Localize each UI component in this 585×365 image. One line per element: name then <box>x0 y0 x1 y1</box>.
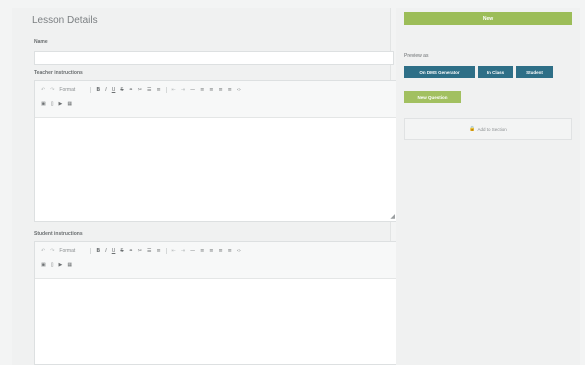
toolbar-divider <box>90 248 92 254</box>
toolbar-divider <box>165 248 167 254</box>
bullet-list-icon[interactable]: ☰ <box>147 248 151 254</box>
code-icon[interactable]: ‹› <box>237 87 241 93</box>
link-icon[interactable]: ⚭ <box>129 87 133 93</box>
strikethrough-button[interactable]: S <box>120 248 123 254</box>
align-right-icon[interactable]: ≡ <box>218 87 222 93</box>
underline-button[interactable]: U <box>112 248 116 254</box>
preview-in-class-button[interactable]: In Class <box>478 66 513 78</box>
student-instructions-editor[interactable]: ↶ ↷ Format B I U S ⚭ ✂ ☰ ≡ ⇤ ⇥ — ≡ ≡ ≡ ≡ <box>34 241 398 365</box>
link-icon[interactable]: ⚭ <box>129 248 133 254</box>
bold-button[interactable]: B <box>96 248 100 254</box>
new-button[interactable]: New <box>404 12 572 25</box>
lesson-details-panel: Lesson Details Name Teacher instructions… <box>12 8 398 365</box>
align-justify-icon[interactable]: ≡ <box>228 87 232 93</box>
table-icon[interactable]: ▦ <box>67 101 72 107</box>
sidebar-panel: New Preview as On DMS Generator In Class… <box>396 8 580 365</box>
add-to-section-button[interactable]: 🔒 Add to Section <box>404 118 572 140</box>
file-icon[interactable]: ▯ <box>51 262 54 268</box>
preview-dms-generator-button[interactable]: On DMS Generator <box>404 66 475 78</box>
code-icon[interactable]: ‹› <box>237 248 241 254</box>
redo-button[interactable]: ↷ <box>50 87 54 93</box>
align-left-icon[interactable]: ≡ <box>200 87 204 93</box>
align-right-icon[interactable]: ≡ <box>218 248 222 254</box>
horizontal-rule-icon[interactable]: — <box>190 87 195 93</box>
indent-icon[interactable]: ⇥ <box>181 248 185 254</box>
table-icon[interactable]: ▦ <box>67 262 72 268</box>
student-editor-toolbar: ↶ ↷ Format B I U S ⚭ ✂ ☰ ≡ ⇤ ⇥ — ≡ ≡ ≡ ≡ <box>35 242 397 279</box>
teacher-editor-toolbar: ↶ ↷ Format B I U S ⚭ ✂ ☰ ≡ ⇤ ⇥ — ≡ ≡ ≡ ≡ <box>35 81 397 118</box>
unlink-icon[interactable]: ✂ <box>138 87 142 93</box>
format-dropdown[interactable]: Format <box>59 248 85 254</box>
bullet-list-icon[interactable]: ☰ <box>147 87 151 93</box>
outdent-icon[interactable]: ⇤ <box>172 248 176 254</box>
align-center-icon[interactable]: ≡ <box>209 87 213 93</box>
panel-title: Lesson Details <box>32 15 98 26</box>
name-input[interactable] <box>34 51 394 65</box>
teacher-instructions-editor[interactable]: ↶ ↷ Format B I U S ⚭ ✂ ☰ ≡ ⇤ ⇥ — ≡ ≡ ≡ ≡ <box>34 80 398 222</box>
horizontal-rule-icon[interactable]: — <box>190 248 195 254</box>
format-dropdown[interactable]: Format <box>59 87 85 93</box>
video-icon[interactable]: ▶ <box>59 101 63 107</box>
name-label: Name <box>34 39 48 45</box>
bold-button[interactable]: B <box>96 87 100 93</box>
strikethrough-button[interactable]: S <box>120 87 123 93</box>
toolbar-divider <box>90 87 92 93</box>
toolbar-divider <box>165 87 167 93</box>
numbered-list-icon[interactable]: ≡ <box>156 87 160 93</box>
file-icon[interactable]: ▯ <box>51 101 54 107</box>
preview-as-label: Preview as <box>404 53 429 59</box>
video-icon[interactable]: ▶ <box>59 262 63 268</box>
align-left-icon[interactable]: ≡ <box>200 248 204 254</box>
teacher-instructions-label: Teacher instructions <box>34 70 83 76</box>
align-center-icon[interactable]: ≡ <box>209 248 213 254</box>
indent-icon[interactable]: ⇥ <box>181 87 185 93</box>
italic-button[interactable]: I <box>105 248 106 254</box>
numbered-list-icon[interactable]: ≡ <box>156 248 160 254</box>
preview-student-button[interactable]: Student <box>516 66 553 78</box>
outdent-icon[interactable]: ⇤ <box>172 87 176 93</box>
add-to-section-label: Add to Section <box>477 126 507 132</box>
image-icon[interactable]: ▣ <box>41 262 46 268</box>
align-justify-icon[interactable]: ≡ <box>228 248 232 254</box>
italic-button[interactable]: I <box>105 87 106 93</box>
new-question-button[interactable]: New Question <box>404 91 461 103</box>
underline-button[interactable]: U <box>112 87 116 93</box>
undo-button[interactable]: ↶ <box>41 248 45 254</box>
resize-handle-icon[interactable]: ◢ <box>390 213 395 220</box>
undo-button[interactable]: ↶ <box>41 87 45 93</box>
unlink-icon[interactable]: ✂ <box>138 248 142 254</box>
student-instructions-label: Student instructions <box>34 231 83 237</box>
lock-icon: 🔒 <box>469 126 476 132</box>
redo-button[interactable]: ↷ <box>50 248 54 254</box>
image-icon[interactable]: ▣ <box>41 101 46 107</box>
